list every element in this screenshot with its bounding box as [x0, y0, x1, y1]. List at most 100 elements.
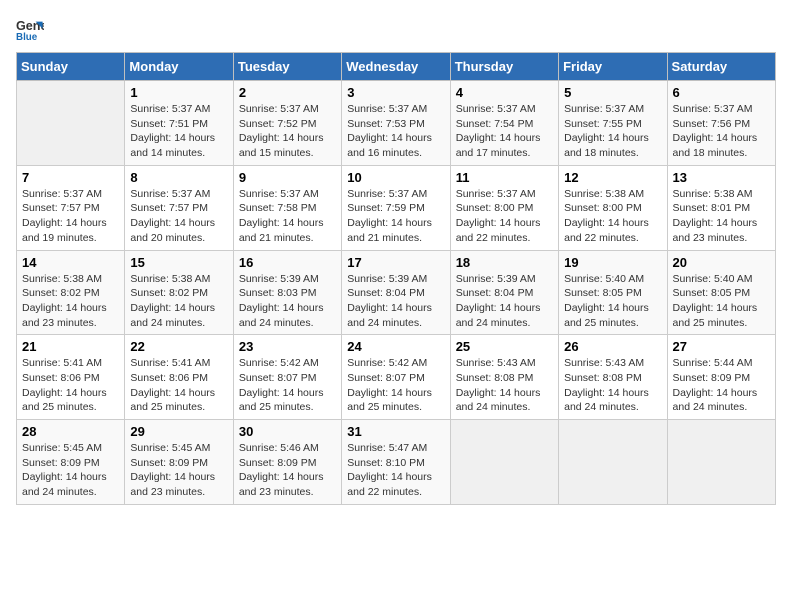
cell-info: Sunrise: 5:39 AM Sunset: 8:04 PM Dayligh…	[347, 272, 444, 331]
day-number: 25	[456, 339, 553, 354]
cell-info: Sunrise: 5:47 AM Sunset: 8:10 PM Dayligh…	[347, 441, 444, 500]
day-number: 30	[239, 424, 336, 439]
calendar-cell: 4 Sunrise: 5:37 AM Sunset: 7:54 PM Daylig…	[450, 81, 558, 166]
day-number: 11	[456, 170, 553, 185]
cell-info: Sunrise: 5:37 AM Sunset: 7:51 PM Dayligh…	[130, 102, 227, 161]
day-number: 26	[564, 339, 661, 354]
calendar-cell: 12Sunrise: 5:38 AM Sunset: 8:00 PM Dayli…	[559, 165, 667, 250]
cell-info: Sunrise: 5:37 AM Sunset: 7:52 PM Dayligh…	[239, 102, 336, 161]
logo: General Blue	[16, 16, 48, 44]
cell-info: Sunrise: 5:37 AM Sunset: 7:54 PM Dayligh…	[456, 102, 553, 161]
svg-text:Blue: Blue	[16, 32, 38, 43]
cell-info: Sunrise: 5:38 AM Sunset: 8:01 PM Dayligh…	[673, 187, 770, 246]
day-number: 24	[347, 339, 444, 354]
calendar-cell: 5 Sunrise: 5:37 AM Sunset: 7:55 PM Daylig…	[559, 81, 667, 166]
day-number: 9	[239, 170, 336, 185]
calendar-cell: 30 Sunrise: 5:46 AM Sunset: 8:09 PM Dayli…	[233, 420, 341, 505]
calendar-cell: 19 Sunrise: 5:40 AM Sunset: 8:05 PM Dayli…	[559, 250, 667, 335]
cell-info: Sunrise: 5:37 AM Sunset: 8:00 PM Dayligh…	[456, 187, 553, 246]
calendar-cell: 2 Sunrise: 5:37 AM Sunset: 7:52 PM Daylig…	[233, 81, 341, 166]
day-header-friday: Friday	[559, 53, 667, 81]
day-number: 21	[22, 339, 119, 354]
day-number: 31	[347, 424, 444, 439]
cell-info: Sunrise: 5:46 AM Sunset: 8:09 PM Dayligh…	[239, 441, 336, 500]
cell-info: Sunrise: 5:39 AM Sunset: 8:03 PM Dayligh…	[239, 272, 336, 331]
calendar-cell	[17, 81, 125, 166]
cell-info: Sunrise: 5:43 AM Sunset: 8:08 PM Dayligh…	[564, 356, 661, 415]
calendar-cell: 29 Sunrise: 5:45 AM Sunset: 8:09 PM Dayli…	[125, 420, 233, 505]
cell-info: Sunrise: 5:45 AM Sunset: 8:09 PM Dayligh…	[130, 441, 227, 500]
day-number: 5	[564, 85, 661, 100]
cell-info: Sunrise: 5:37 AM Sunset: 7:57 PM Dayligh…	[130, 187, 227, 246]
cell-info: Sunrise: 5:38 AM Sunset: 8:02 PM Dayligh…	[22, 272, 119, 331]
calendar-cell: 8 Sunrise: 5:37 AM Sunset: 7:57 PM Daylig…	[125, 165, 233, 250]
day-header-wednesday: Wednesday	[342, 53, 450, 81]
cell-info: Sunrise: 5:40 AM Sunset: 8:05 PM Dayligh…	[673, 272, 770, 331]
day-header-thursday: Thursday	[450, 53, 558, 81]
calendar-cell: 3Sunrise: 5:37 AM Sunset: 7:53 PM Daylig…	[342, 81, 450, 166]
day-number: 28	[22, 424, 119, 439]
calendar-cell: 21 Sunrise: 5:41 AM Sunset: 8:06 PM Dayli…	[17, 335, 125, 420]
day-number: 29	[130, 424, 227, 439]
day-number: 27	[673, 339, 770, 354]
cell-info: Sunrise: 5:37 AM Sunset: 7:59 PM Dayligh…	[347, 187, 444, 246]
calendar-cell: 11 Sunrise: 5:37 AM Sunset: 8:00 PM Dayli…	[450, 165, 558, 250]
cell-info: Sunrise: 5:44 AM Sunset: 8:09 PM Dayligh…	[673, 356, 770, 415]
cell-info: Sunrise: 5:42 AM Sunset: 8:07 PM Dayligh…	[347, 356, 444, 415]
calendar-cell: 24 Sunrise: 5:42 AM Sunset: 8:07 PM Dayli…	[342, 335, 450, 420]
calendar-cell: 10 Sunrise: 5:37 AM Sunset: 7:59 PM Dayli…	[342, 165, 450, 250]
cell-info: Sunrise: 5:37 AM Sunset: 7:58 PM Dayligh…	[239, 187, 336, 246]
calendar-cell: 14 Sunrise: 5:38 AM Sunset: 8:02 PM Dayli…	[17, 250, 125, 335]
calendar-cell: 23 Sunrise: 5:42 AM Sunset: 8:07 PM Dayli…	[233, 335, 341, 420]
day-number: 7	[22, 170, 119, 185]
day-number: 18	[456, 255, 553, 270]
day-number: 19	[564, 255, 661, 270]
calendar-cell: 25Sunrise: 5:43 AM Sunset: 8:08 PM Dayli…	[450, 335, 558, 420]
calendar-table: SundayMondayTuesdayWednesdayThursdayFrid…	[16, 52, 776, 505]
day-number: 2	[239, 85, 336, 100]
day-number: 17	[347, 255, 444, 270]
day-number: 20	[673, 255, 770, 270]
logo-icon: General Blue	[16, 16, 44, 44]
cell-info: Sunrise: 5:39 AM Sunset: 8:04 PM Dayligh…	[456, 272, 553, 331]
calendar-cell: 20 Sunrise: 5:40 AM Sunset: 8:05 PM Dayli…	[667, 250, 775, 335]
cell-info: Sunrise: 5:37 AM Sunset: 7:53 PM Dayligh…	[347, 102, 444, 161]
cell-info: Sunrise: 5:37 AM Sunset: 7:55 PM Dayligh…	[564, 102, 661, 161]
calendar-cell: 7 Sunrise: 5:37 AM Sunset: 7:57 PM Daylig…	[17, 165, 125, 250]
calendar-cell: 13 Sunrise: 5:38 AM Sunset: 8:01 PM Dayli…	[667, 165, 775, 250]
calendar-cell: 27 Sunrise: 5:44 AM Sunset: 8:09 PM Dayli…	[667, 335, 775, 420]
day-number: 6	[673, 85, 770, 100]
calendar-cell: 31 Sunrise: 5:47 AM Sunset: 8:10 PM Dayli…	[342, 420, 450, 505]
day-number: 14	[22, 255, 119, 270]
calendar-cell	[667, 420, 775, 505]
calendar-cell: 9 Sunrise: 5:37 AM Sunset: 7:58 PM Daylig…	[233, 165, 341, 250]
cell-info: Sunrise: 5:41 AM Sunset: 8:06 PM Dayligh…	[130, 356, 227, 415]
calendar-cell: 6Sunrise: 5:37 AM Sunset: 7:56 PM Daylig…	[667, 81, 775, 166]
svg-text:General: General	[16, 19, 44, 33]
day-number: 13	[673, 170, 770, 185]
day-number: 22	[130, 339, 227, 354]
calendar-cell: 22 Sunrise: 5:41 AM Sunset: 8:06 PM Dayli…	[125, 335, 233, 420]
cell-info: Sunrise: 5:38 AM Sunset: 8:02 PM Dayligh…	[130, 272, 227, 331]
calendar-cell	[559, 420, 667, 505]
day-number: 10	[347, 170, 444, 185]
calendar-cell: 16Sunrise: 5:39 AM Sunset: 8:03 PM Dayli…	[233, 250, 341, 335]
cell-info: Sunrise: 5:40 AM Sunset: 8:05 PM Dayligh…	[564, 272, 661, 331]
day-number: 8	[130, 170, 227, 185]
calendar-cell	[450, 420, 558, 505]
calendar-cell: 26 Sunrise: 5:43 AM Sunset: 8:08 PM Dayli…	[559, 335, 667, 420]
day-number: 1	[130, 85, 227, 100]
cell-info: Sunrise: 5:41 AM Sunset: 8:06 PM Dayligh…	[22, 356, 119, 415]
day-number: 4	[456, 85, 553, 100]
day-number: 12	[564, 170, 661, 185]
cell-info: Sunrise: 5:42 AM Sunset: 8:07 PM Dayligh…	[239, 356, 336, 415]
calendar-cell: 17 Sunrise: 5:39 AM Sunset: 8:04 PM Dayli…	[342, 250, 450, 335]
day-number: 23	[239, 339, 336, 354]
calendar-cell: 1 Sunrise: 5:37 AM Sunset: 7:51 PM Daylig…	[125, 81, 233, 166]
day-header-saturday: Saturday	[667, 53, 775, 81]
day-number: 15	[130, 255, 227, 270]
cell-info: Sunrise: 5:37 AM Sunset: 7:57 PM Dayligh…	[22, 187, 119, 246]
day-header-monday: Monday	[125, 53, 233, 81]
page-header: General Blue	[16, 16, 776, 44]
day-header-sunday: Sunday	[17, 53, 125, 81]
